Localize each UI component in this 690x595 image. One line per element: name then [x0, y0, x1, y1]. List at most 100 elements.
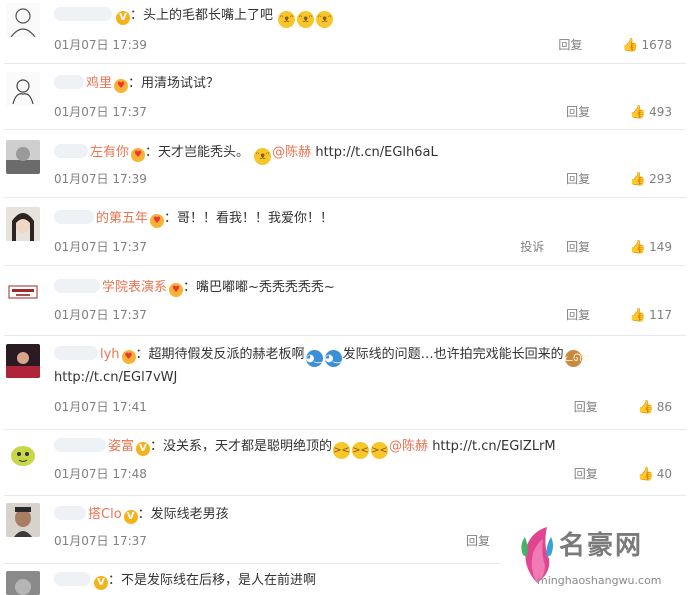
avatar[interactable] — [6, 207, 40, 241]
watermark-url: minghaoshangwu.com — [537, 574, 662, 587]
thumbs-up-icon: 👍 — [629, 105, 647, 120]
dog-emoji-icon: ᵔᴥᵔ — [278, 11, 296, 28]
like-count: 493 — [649, 105, 672, 119]
avatar[interactable] — [6, 344, 40, 378]
comment-text: 学院表演系 ♥ ：嘴巴嘟嘟~秃秃秃秃秃~ — [54, 277, 662, 299]
like-button[interactable]: 👍 1678 — [604, 38, 672, 53]
comment-actions: 回复 👍 117 — [548, 306, 672, 323]
comment-actions: 回复 👍 493 — [548, 103, 672, 120]
like-count: 40 — [656, 467, 672, 481]
avatar[interactable] — [6, 276, 40, 310]
short-url-link[interactable]: http://t.cn/EGl7vWJ — [54, 370, 177, 385]
comment-timestamp: 01月07日 17:39 — [54, 172, 147, 186]
comment-item: 学院表演系 ♥ ：嘴巴嘟嘟~秃秃秃秃秃~ 01月07日 17:37 回复 👍 117 — [0, 266, 690, 336]
username-link[interactable] — [54, 7, 114, 23]
thumbs-up-icon: 👍 — [637, 467, 654, 482]
comment-text: lyh ♥ ：超期待假发反派的赫老板啊◕‿◕◕‿◕发际线的问题…也许拍完戏能长回来的… — [54, 346, 590, 385]
comment-timestamp: 01月07日 17:39 — [54, 38, 147, 52]
reply-button[interactable]: 回复 — [558, 38, 582, 52]
comment-timestamp: 01月07日 17:37 — [54, 308, 147, 322]
like-button[interactable]: 👍 149 — [612, 240, 672, 255]
comment-actions: 回复 👍 86 — [556, 398, 672, 415]
heart-badge-icon: ♥ — [169, 283, 184, 297]
crying-emoji-icon: >< — [352, 442, 370, 459]
avatar[interactable] — [6, 438, 40, 472]
crying-emoji-icon: >< — [371, 442, 389, 459]
avatar[interactable] — [6, 140, 40, 174]
username-link[interactable]: 左有你 — [54, 144, 129, 160]
reply-button[interactable]: 回复 — [574, 400, 598, 414]
thumbs-up-icon: 👍 — [629, 172, 647, 187]
report-button[interactable]: 投诉 — [520, 240, 544, 254]
verified-icon: V — [116, 11, 130, 25]
username-link[interactable]: 学院表演系 — [54, 279, 167, 295]
like-button[interactable]: 👍 117 — [612, 308, 672, 323]
comment-item: V ：头上的毛都长嘴上了吧 ᵔᴥᵔ ᵔᴥᵔ ᵔᴥᵔ 01月07日 17:39 回复 👍… — [0, 0, 690, 64]
doraemon-emoji-icon: ◕‿◕ — [305, 350, 331, 367]
mention-link[interactable]: @陈赫 — [389, 439, 428, 454]
username-link[interactable]: 姿富 — [54, 438, 134, 454]
heart-badge-icon: ♥ — [114, 79, 129, 93]
crying-emoji-icon: >< — [333, 442, 351, 459]
heart-badge-icon: ♥ — [131, 148, 146, 162]
comment-timestamp: 01月07日 17:37 — [54, 105, 147, 119]
username-link[interactable]: 的第五年 — [54, 210, 148, 226]
like-button[interactable]: 👍 293 — [612, 172, 672, 187]
username-link[interactable] — [54, 572, 92, 588]
short-url-link[interactable]: http://t.cn/EGlh6aL — [315, 145, 437, 160]
reply-button[interactable]: 回复 — [574, 467, 598, 481]
heart-badge-icon: ♥ — [121, 350, 136, 364]
comment-actions: 回复 — [448, 532, 490, 549]
thumbs-up-icon: 👍 — [637, 400, 654, 415]
avatar[interactable] — [6, 3, 40, 37]
avatar[interactable] — [6, 571, 40, 595]
comment-timestamp: 01月07日 17:37 — [54, 240, 147, 254]
comment-timestamp: 01月07日 17:37 — [54, 534, 147, 548]
reply-button[interactable]: 回复 — [566, 105, 590, 119]
like-count: 117 — [649, 308, 672, 322]
reply-button[interactable]: 回复 — [566, 308, 590, 322]
dog-emoji-icon: ᵔᴥᵔ — [254, 148, 272, 165]
like-count: 1678 — [641, 38, 672, 52]
comment-text: 的第五年 ♥ ：哥！！看我！！我爱你！！ — [54, 208, 662, 230]
reply-button[interactable]: 回复 — [566, 172, 590, 186]
avatar[interactable] — [6, 72, 40, 106]
comment-timestamp: 01月07日 17:48 — [54, 467, 147, 481]
heart-badge-icon: ♥ — [150, 214, 165, 228]
like-count: 149 — [649, 240, 672, 254]
comment-item: 姿富 V ：没关系，天才都是聪明绝顶的>< >< ><@陈赫 http://t.cn/E… — [0, 430, 690, 496]
username-link[interactable]: lyh — [54, 346, 120, 362]
username-link[interactable]: 鸡里 — [54, 75, 112, 91]
thumbs-up-icon: 👍 — [622, 38, 639, 53]
verified-icon: V — [123, 510, 138, 524]
username-link[interactable]: 搭Clo — [54, 506, 122, 522]
mention-link[interactable]: @陈赫 — [272, 145, 311, 160]
comment-actions: 回复 👍 1678 — [540, 36, 672, 53]
comment-actions: 回复 👍 40 — [556, 465, 672, 482]
dog-emoji-icon: ᵔᴥᵔ — [316, 11, 334, 28]
like-count: 86 — [656, 400, 672, 414]
site-watermark: 名豪网 minghaoshangwu.com — [511, 519, 690, 595]
watermark-title: 名豪网 — [559, 531, 644, 561]
comment-item: 左有你 ♥ ：天才岂能秃头。 ᵔᴥᵔ @陈赫 http://t.cn/EGlh6aL … — [0, 130, 690, 198]
comment-item: 鸡里 ♥ ：用清场试试？ 01月07日 17:37 回复 👍 493 — [0, 64, 690, 130]
comment-text: 鸡里 ♥ ：用清场试试？ — [54, 73, 662, 95]
short-url-link[interactable]: http://t.cn/EGlZLrM — [432, 439, 555, 454]
reply-button[interactable]: 回复 — [466, 534, 490, 548]
comment-actions: 投诉 回复 👍 149 — [502, 238, 672, 255]
comment-actions: 回复 👍 293 — [548, 170, 672, 187]
comment-item: 的第五年 ♥ ：哥！！看我！！我爱你！！ 01月07日 17:37 投诉 回复 👍 1… — [0, 198, 690, 266]
comment-item: lyh ♥ ：超期待假发反派的赫老板啊◕‿◕◕‿◕发际线的问题…也许拍完戏能长回来的… — [0, 336, 690, 430]
doraemon-emoji-icon: ◕‿◕ — [324, 350, 350, 367]
comment-text: V ：头上的毛都长嘴上了吧 ᵔᴥᵔ ᵔᴥᵔ ᵔᴥᵔ — [54, 5, 662, 28]
thumbs-up-icon: 👍 — [629, 240, 647, 255]
thumbs-up-icon: 👍 — [629, 308, 647, 323]
comment-text: 姿富 V ：没关系，天才都是聪明绝顶的>< >< ><@陈赫 http://t.cn/E… — [54, 436, 662, 459]
like-button[interactable]: 👍 40 — [620, 467, 672, 482]
avatar[interactable] — [6, 503, 40, 537]
comment-timestamp: 01月07日 17:41 — [54, 400, 147, 414]
like-button[interactable]: 👍 493 — [612, 105, 672, 120]
like-button[interactable]: 👍 86 — [620, 400, 672, 415]
reply-button[interactable]: 回复 — [566, 240, 590, 254]
verified-icon: V — [136, 442, 151, 456]
